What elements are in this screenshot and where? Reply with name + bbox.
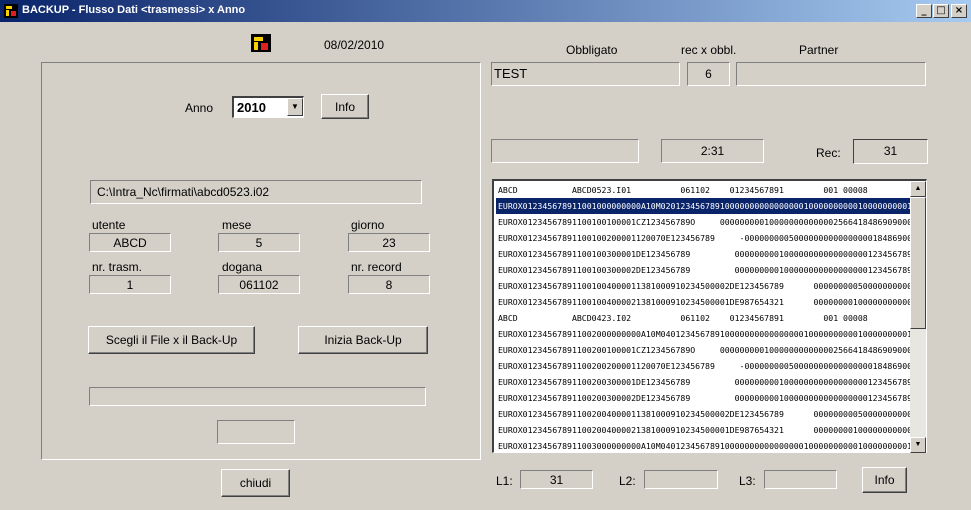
list-item[interactable]: EUROX012345678911003000000000A10M0401234… (496, 438, 911, 452)
list-item[interactable]: EUROX01234567891100100400002138100091023… (496, 294, 911, 310)
list-item[interactable]: EUROX012345678911002000000000A10M0401234… (496, 326, 911, 342)
list-item[interactable]: EUROX01234567891100100100001CZ123456789O… (496, 214, 911, 230)
list-item[interactable]: EUROX01234567891100200400002138100091023… (496, 422, 911, 438)
info-button-right[interactable]: Info (862, 467, 907, 493)
file-path-field: C:\Intra_Nc\firmati\abcd0523.i02 (90, 180, 422, 204)
info-button-left[interactable]: Info (321, 94, 369, 119)
l3-field (764, 470, 837, 489)
list-item[interactable]: ABCD ABCD0423.I02 061102 01234567891 001… (496, 310, 911, 326)
record-list[interactable]: ABCD ABCD0523.I01 061102 01234567891 001… (492, 179, 927, 453)
obbligato-label: Obbligato (566, 43, 618, 57)
rec-obbl-field: 6 (687, 62, 730, 86)
title-bar: BACKUP - Flusso Dati <trasmessi> x Anno … (0, 0, 971, 22)
close-button[interactable]: chiudi (221, 469, 290, 497)
choose-file-button[interactable]: Scegli il File x il Back-Up (88, 326, 255, 354)
current-date: 08/02/2010 (324, 38, 385, 52)
giorno-label: giorno (351, 218, 385, 232)
dogana-field: 061102 (218, 275, 300, 294)
list-item[interactable]: EUROX01234567891100100300001DE123456789 … (496, 246, 911, 262)
list-item[interactable]: EUROX01234567891100200200001120070E12345… (496, 358, 911, 374)
window-title: BACKUP - Flusso Dati <trasmessi> x Anno (22, 4, 246, 16)
anno-label: Anno (185, 101, 214, 115)
anno-select[interactable]: 2010 ▼ (232, 96, 304, 118)
app-icon (4, 4, 18, 18)
list-item[interactable]: EUROX012345678911001000000000A10M0201234… (496, 197, 911, 215)
trasm-field: 1 (89, 275, 171, 294)
anno-value: 2010 (237, 100, 266, 115)
mese-label: mese (222, 218, 252, 232)
dogana-label: dogana (222, 260, 263, 274)
trasm-label: nr. trasm. (92, 260, 143, 274)
list-item[interactable]: EUROX01234567891100200300001DE123456789 … (496, 374, 911, 390)
l2-field (644, 470, 718, 489)
list-item[interactable]: EUROX01234567891100100300002DE123456789 … (496, 262, 911, 278)
list-item[interactable]: EUROX01234567891100200100001CZ123456789O… (496, 342, 911, 358)
list-item[interactable]: EUROX01234567891100200300002DE123456789 … (496, 390, 911, 406)
utente-label: utente (92, 218, 126, 232)
record-list-rows: ABCD ABCD0523.I01 061102 01234567891 001… (496, 182, 911, 452)
close-window-button[interactable]: × (951, 4, 967, 18)
l3-label: L3: (739, 474, 756, 488)
rec-obbl-label: rec x obbl. (681, 43, 737, 57)
partner-field (736, 62, 926, 86)
scroll-up-icon[interactable]: ▲ (910, 181, 926, 197)
l1-label: L1: (496, 474, 513, 488)
rec-label: Rec: (816, 146, 841, 160)
progress-bar (89, 387, 426, 406)
minimize-button[interactable]: _ (916, 4, 932, 18)
maximize-button[interactable]: □ (933, 4, 949, 18)
record-field: 8 (348, 275, 430, 294)
l2-label: L2: (619, 474, 636, 488)
list-item[interactable]: EUROX01234567891100200400001138100091023… (496, 406, 911, 422)
partner-label: Partner (799, 43, 839, 57)
list-item[interactable]: EUROX01234567891100100400001138100091023… (496, 278, 911, 294)
l1-field: 31 (520, 470, 593, 489)
giorno-field: 23 (348, 233, 430, 252)
record-label: nr. record (351, 260, 402, 274)
list-item[interactable]: EUROX01234567891100100200001120070E12345… (496, 230, 911, 246)
start-backup-button[interactable]: Inizia Back-Up (298, 326, 428, 354)
rec-count-field: 31 (853, 139, 928, 164)
list-item[interactable]: ABCD ABCD0523.I01 061102 01234567891 001… (496, 182, 911, 198)
mese-field: 5 (218, 233, 300, 252)
scroll-thumb[interactable] (910, 197, 926, 329)
app-logo-icon (251, 34, 271, 52)
scroll-down-icon[interactable]: ▼ (910, 437, 926, 453)
scrollbar[interactable]: ▲ ▼ (910, 181, 926, 453)
utente-field: ABCD (89, 233, 171, 252)
status-field (217, 420, 295, 444)
time-field: 2:31 (661, 139, 764, 163)
info-field-a (491, 139, 639, 163)
chevron-down-icon[interactable]: ▼ (287, 98, 303, 116)
obbligato-field: TEST (491, 62, 680, 86)
